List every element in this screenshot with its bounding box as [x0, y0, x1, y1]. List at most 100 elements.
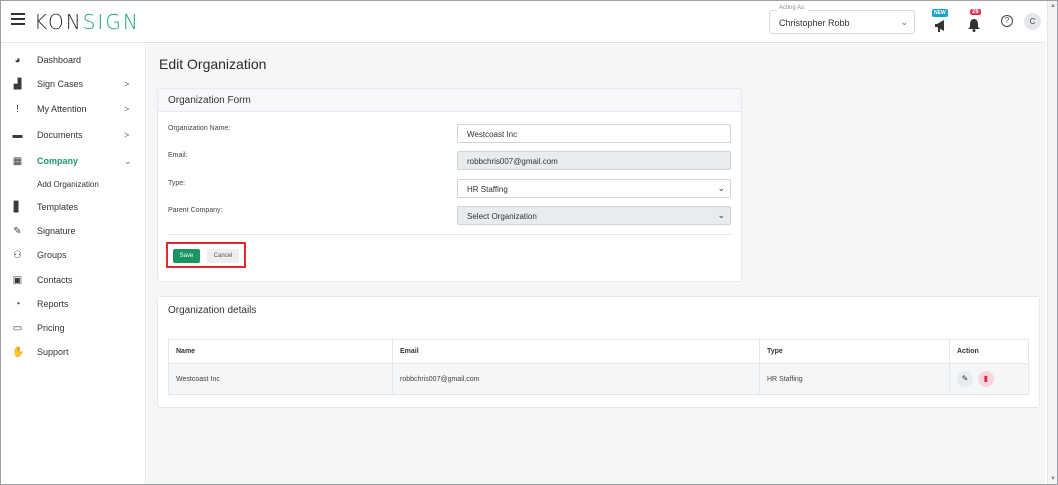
- cancel-button[interactable]: Cancel: [207, 249, 239, 263]
- user-avatar[interactable]: C: [1024, 13, 1041, 30]
- type-select-value: HR Staffing: [467, 185, 508, 194]
- templates-icon: ▋: [13, 202, 22, 213]
- handshake-icon: ✋: [12, 347, 25, 358]
- logo-text-sign: SIGN: [82, 10, 140, 34]
- card-title: Organization Form: [168, 95, 251, 106]
- parent-company-label: Parent Company:: [168, 207, 223, 214]
- announcements-icon[interactable]: NEW: [932, 9, 954, 33]
- sidebar-item-groups[interactable]: ⚇ Groups: [1, 245, 146, 267]
- chevron-right-icon: >: [124, 79, 130, 89]
- sidebar-item-label: Dashboard: [37, 55, 82, 65]
- cell-email: robbchris007@gmail.com: [392, 363, 760, 395]
- dashboard-icon: ◕: [14, 55, 21, 66]
- megaphone-icon: [935, 20, 944, 32]
- organization-name-input[interactable]: Westcoast Inc: [457, 124, 731, 143]
- bell-icon: [968, 19, 980, 32]
- organization-name-label: Organization Name:: [168, 125, 231, 132]
- sidebar-item-label: Groups: [37, 250, 67, 260]
- logo-text-k: K: [34, 10, 49, 34]
- hamburger-menu-icon[interactable]: [11, 13, 25, 25]
- exclamation-icon: !: [16, 104, 19, 115]
- parent-company-select[interactable]: Select Organization ⌄: [457, 206, 731, 225]
- acting-as-label: Acting As:: [777, 5, 808, 11]
- chevron-right-icon: >: [124, 130, 130, 140]
- type-select[interactable]: HR Staffing ⌄: [457, 179, 731, 198]
- chevron-down-icon: ⌄: [717, 183, 725, 193]
- pen-icon: ✎: [13, 226, 22, 237]
- folder-icon: ▬: [12, 130, 23, 141]
- building-icon: ▦: [12, 156, 23, 167]
- column-header-name: Name: [168, 339, 393, 364]
- table-header-row: Name Email Type Action: [168, 339, 1029, 364]
- vertical-scrollbar[interactable]: ▲ ▼: [1047, 1, 1057, 484]
- form-actions-highlight: Save Cancel: [166, 242, 246, 268]
- organization-details-card: Organization details Name Email Type Act…: [158, 297, 1039, 407]
- sidebar: ◕ Dashboard ▟ Sign Cases > ! My Attentio…: [1, 44, 146, 484]
- sidebar-item-dashboard[interactable]: ◕ Dashboard: [1, 50, 146, 72]
- sidebar-item-label: Company: [37, 156, 79, 166]
- sidebar-item-company[interactable]: ▦ Company ⌄: [1, 151, 146, 173]
- sidebar-item-label: Pricing: [37, 323, 65, 333]
- organization-form-card: Organization Form Organization Name: Wes…: [158, 89, 741, 281]
- briefcase-icon: ▟: [13, 79, 22, 90]
- parent-company-select-value: Select Organization: [467, 212, 537, 221]
- sidebar-item-support[interactable]: ✋ Support: [1, 342, 146, 364]
- top-bar: KONSIGN Acting As: Christopher Robb ⌄ NE…: [1, 1, 1045, 43]
- konsign-logo[interactable]: KONSIGN: [34, 10, 140, 34]
- sidebar-item-label: Documents: [37, 130, 83, 140]
- money-icon: ▭: [12, 323, 23, 334]
- sidebar-item-label: My Attention: [37, 104, 87, 114]
- sidebar-item-label: Contacts: [37, 275, 73, 285]
- email-label: Email:: [168, 152, 188, 159]
- sidebar-item-templates[interactable]: ▋ Templates: [1, 197, 146, 219]
- card-header: Organization details: [158, 297, 1039, 320]
- chevron-down-icon: ⌄: [717, 210, 725, 220]
- sidebar-item-documents[interactable]: ▬ Documents >: [1, 125, 146, 147]
- cell-actions: ✎ ▮: [949, 363, 1029, 395]
- card-header: Organization Form: [158, 89, 741, 112]
- column-header-type: Type: [759, 339, 950, 364]
- sidebar-item-signature[interactable]: ✎ Signature: [1, 221, 146, 243]
- sidebar-item-label: Templates: [37, 202, 79, 212]
- column-header-action: Action: [949, 339, 1029, 364]
- card-title: Organization details: [168, 305, 257, 316]
- scroll-down-icon[interactable]: ▼: [1050, 476, 1056, 482]
- notifications-bell-icon[interactable]: 26: [967, 9, 983, 33]
- sidebar-item-label: Signature: [37, 226, 76, 236]
- main-content: Edit Organization Organization Form Orga…: [147, 44, 1045, 484]
- sidebar-item-contacts[interactable]: ▣ Contacts: [1, 270, 146, 292]
- notification-count-badge: 26: [970, 9, 981, 15]
- acting-as-value: Christopher Robb: [779, 18, 850, 28]
- delete-trash-icon[interactable]: ▮: [978, 371, 994, 387]
- acting-as-select[interactable]: Acting As: Christopher Robb ⌄: [769, 5, 915, 34]
- help-icon[interactable]: ?: [1001, 15, 1013, 27]
- organization-details-table: Name Email Type Action Westcoast Inc rob…: [168, 339, 1029, 395]
- sidebar-item-label: Reports: [37, 299, 69, 309]
- users-icon: ⚇: [13, 250, 22, 261]
- sidebar-item-label: Support: [37, 347, 69, 357]
- save-button[interactable]: Save: [173, 249, 200, 263]
- sidebar-item-sign-cases[interactable]: ▟ Sign Cases >: [1, 74, 146, 96]
- table-row: Westcoast Inc robbchris007@gmail.com HR …: [168, 363, 1029, 395]
- sidebar-subitem-add-organization[interactable]: Add Organization: [37, 180, 99, 189]
- sidebar-item-pricing[interactable]: ▭ Pricing: [1, 318, 146, 340]
- type-label: Type:: [168, 180, 186, 187]
- chevron-right-icon: >: [124, 104, 130, 114]
- page-title: Edit Organization: [159, 56, 267, 72]
- cell-type: HR Staffing: [759, 363, 950, 395]
- new-badge: NEW: [932, 9, 948, 17]
- sidebar-item-reports[interactable]: ◔ Reports: [1, 294, 146, 316]
- edit-pencil-icon[interactable]: ✎: [957, 371, 973, 387]
- column-header-email: Email: [392, 339, 760, 364]
- chevron-down-icon: ⌄: [900, 17, 908, 27]
- scroll-up-icon[interactable]: ▲: [1050, 3, 1056, 9]
- email-field: robbchris007@gmail.com: [457, 151, 731, 170]
- logo-text-on: ON: [48, 10, 83, 34]
- form-divider: [168, 234, 731, 235]
- contact-card-icon: ▣: [12, 275, 23, 286]
- chevron-down-icon: ⌄: [124, 156, 132, 166]
- pie-chart-icon: ◔: [14, 299, 21, 310]
- sidebar-item-my-attention[interactable]: ! My Attention >: [1, 99, 146, 121]
- sidebar-item-label: Sign Cases: [37, 79, 84, 89]
- cell-name: Westcoast Inc: [168, 363, 393, 395]
